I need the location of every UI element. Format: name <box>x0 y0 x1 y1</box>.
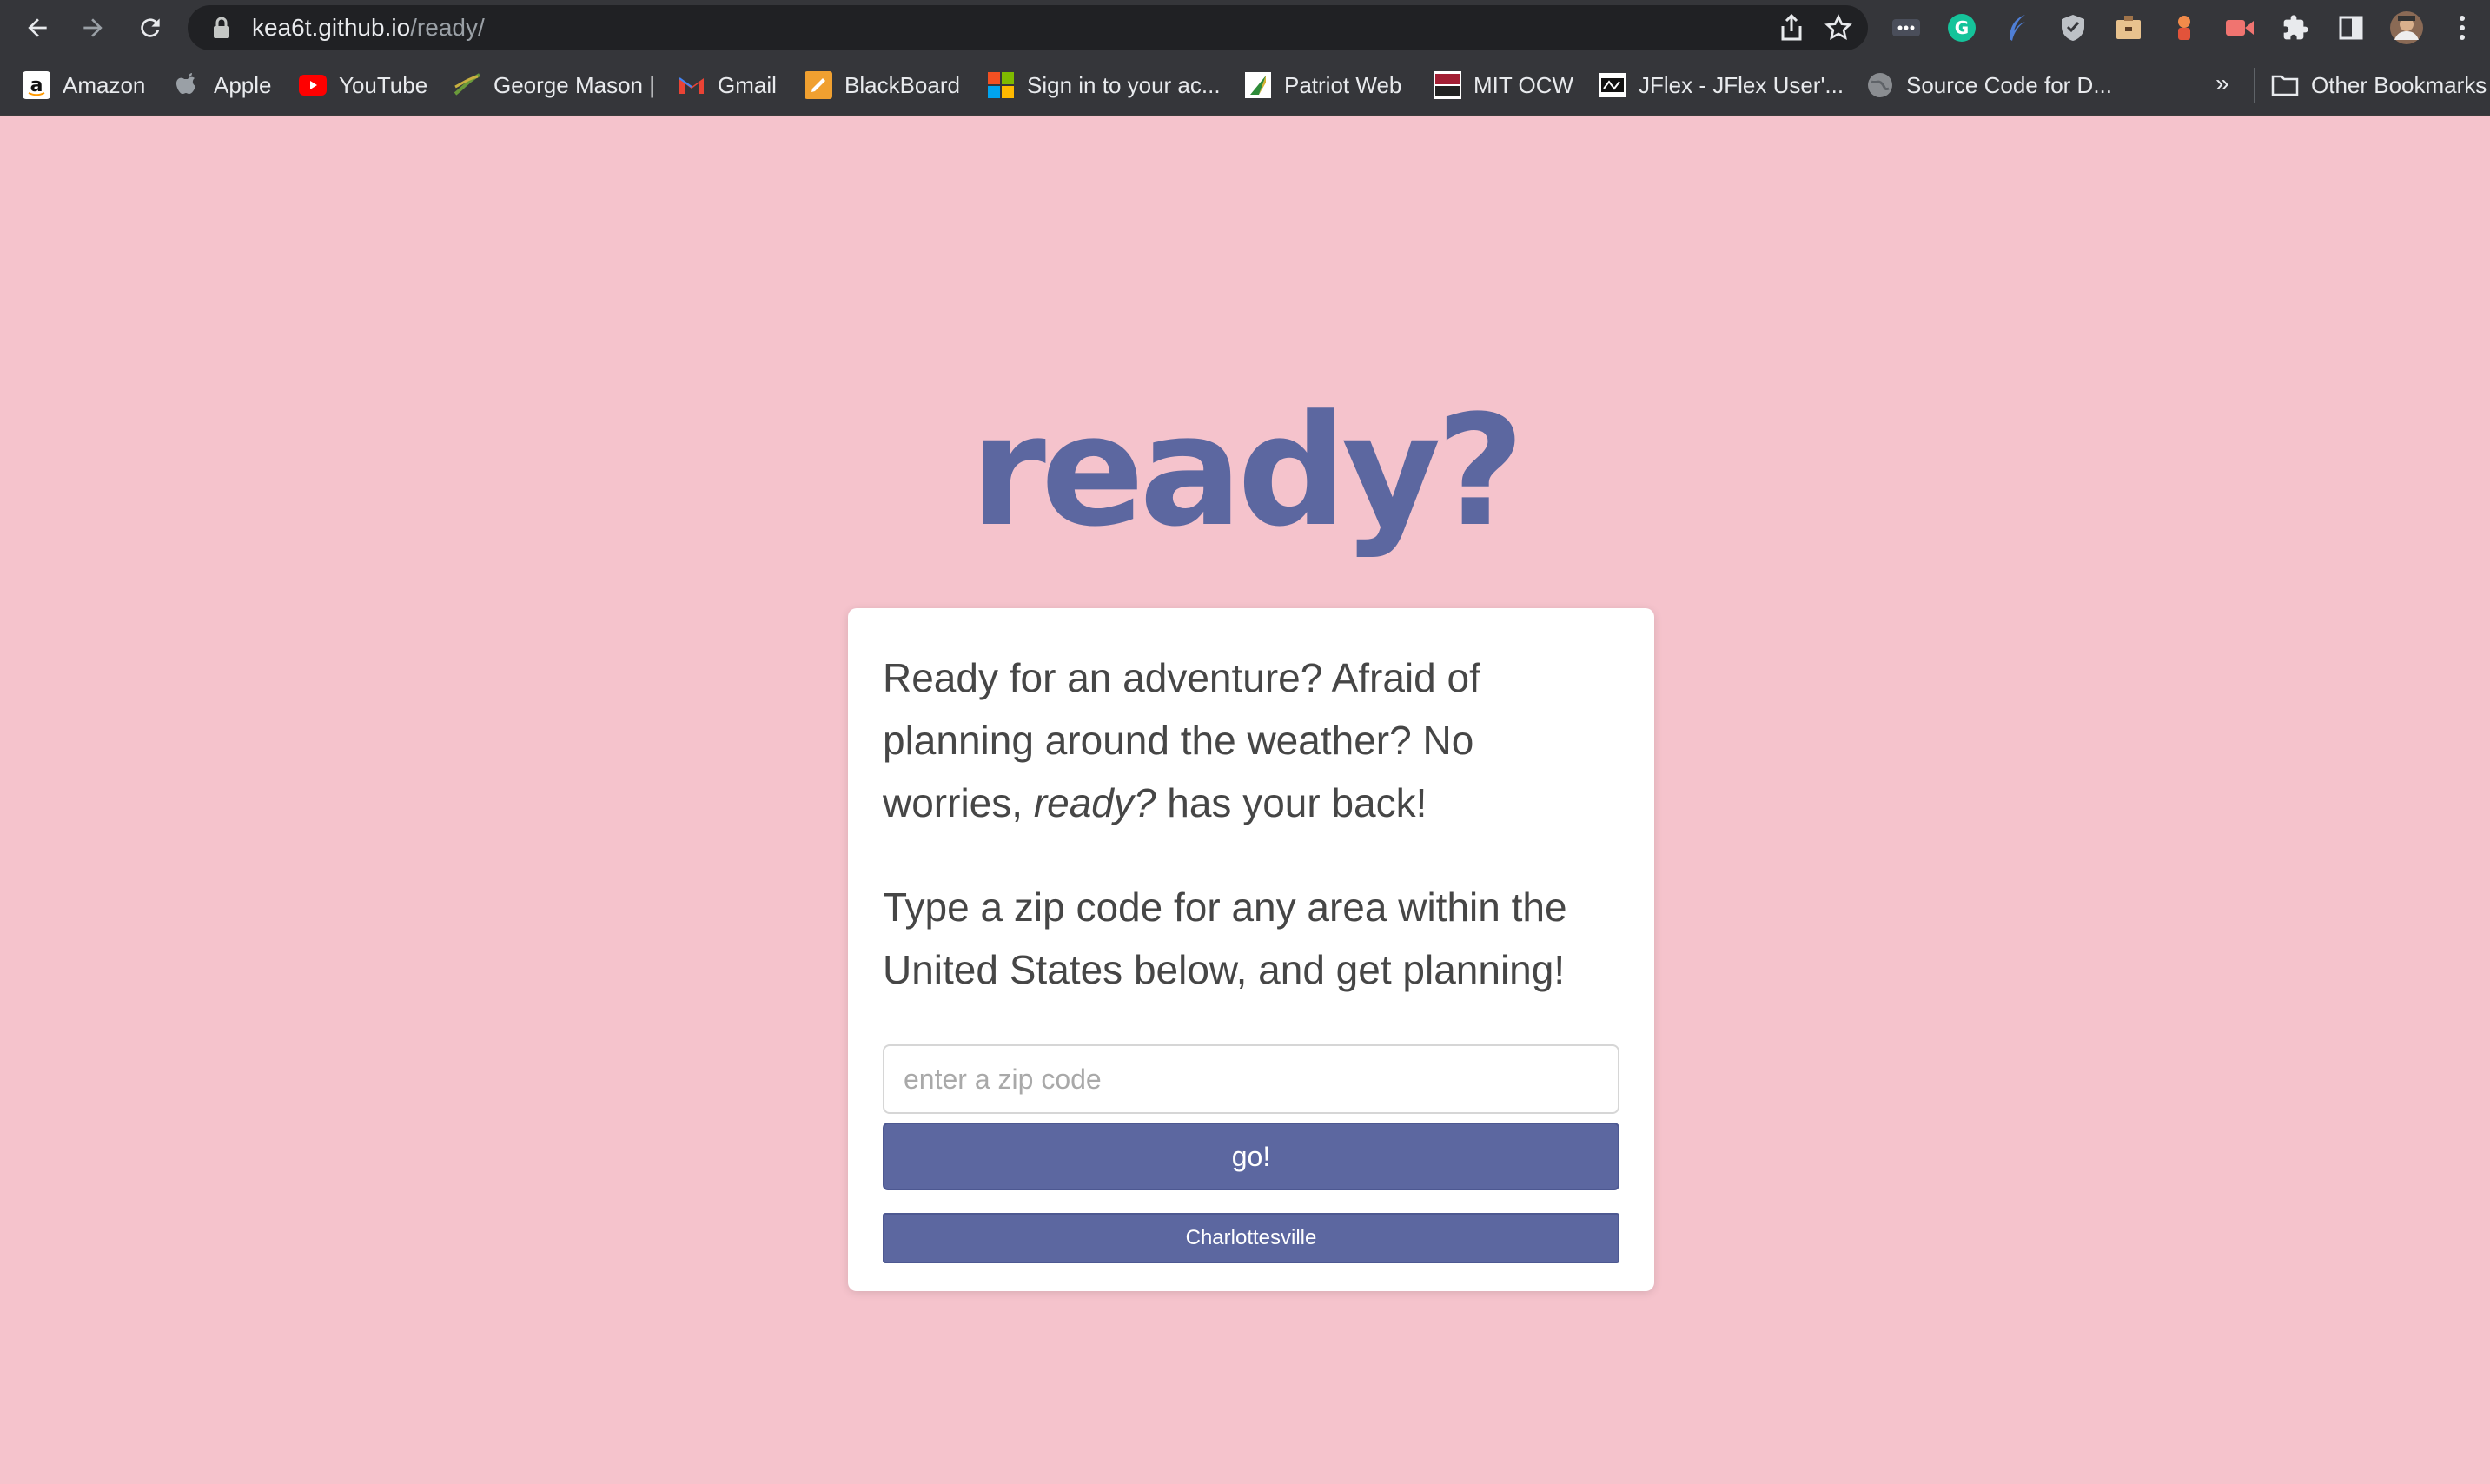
bookmark-youtube[interactable]: YouTube <box>299 56 427 115</box>
side-panel-icon[interactable] <box>2330 7 2372 49</box>
bookmark-label: George Mason | <box>493 71 655 98</box>
more-bookmarks-button[interactable]: » <box>2215 70 2229 97</box>
intro-brand-emphasis: ready? <box>1033 780 1156 825</box>
lock-icon <box>209 15 235 41</box>
bookmark-mit-ocw[interactable]: MIT OCW <box>1434 56 1573 115</box>
bookmark-blackboard[interactable]: BlackBoard <box>805 56 960 115</box>
zip-code-input[interactable] <box>883 1044 1619 1114</box>
other-bookmarks-folder[interactable]: Other Bookmarks <box>2271 56 2487 115</box>
bookmarks-divider <box>2254 68 2255 103</box>
bookmark-label: Patriot Web <box>1284 71 1402 98</box>
bookmark-label: Sign in to your ac... <box>1027 71 1221 98</box>
jflex-icon <box>1599 71 1626 99</box>
arrow-right-icon <box>83 18 103 37</box>
bookmark-patriot-web[interactable]: Patriot Web <box>1244 56 1401 115</box>
profile-avatar[interactable] <box>2386 7 2427 49</box>
other-bookmarks-label: Other Bookmarks <box>2311 71 2487 98</box>
blackboard-icon <box>805 71 832 99</box>
bookmark-label: YouTube <box>339 71 428 98</box>
bookmark-george-mason[interactable]: George Mason | <box>454 56 655 115</box>
amazon-icon: a <box>23 71 50 99</box>
password-manager-extension-icon[interactable] <box>1885 7 1927 49</box>
bookmark-star-icon[interactable] <box>1821 10 1856 45</box>
go-button[interactable]: go! <box>883 1123 1619 1190</box>
browser-toolbar: kea6t.github.io/ready/ G <box>0 0 2490 56</box>
url-path: /ready/ <box>410 14 485 41</box>
charlottesville-button[interactable]: Charlottesville <box>883 1213 1619 1263</box>
bookmark-gmail[interactable]: Gmail <box>678 56 777 115</box>
planner-card: Ready for an adventure? Afraid of planni… <box>848 608 1654 1291</box>
instructions-text: Type a zip code for any area within the … <box>883 884 1567 992</box>
patriot-web-icon <box>1244 71 1272 99</box>
url-host: kea6t.github.io <box>252 14 411 41</box>
gmail-icon <box>678 71 705 99</box>
george-mason-icon <box>454 71 481 99</box>
bookmark-jflex[interactable]: JFlex - JFlex User'... <box>1599 56 1844 115</box>
url-text: kea6t.github.io/ready/ <box>252 14 485 42</box>
address-bar[interactable]: kea6t.github.io/ready/ <box>188 5 1868 50</box>
folder-icon <box>2271 71 2299 99</box>
svg-text:a: a <box>30 75 43 96</box>
toolbox-extension-icon[interactable] <box>2108 7 2149 49</box>
bookmark-amazon[interactable]: a Amazon <box>23 56 145 115</box>
page-title: ready? <box>970 382 1525 560</box>
intro-text: Ready for an adventure? Afraid of planni… <box>883 646 1619 834</box>
mit-ocw-icon <box>1434 71 1461 99</box>
bookmark-label: Gmail <box>718 71 777 98</box>
reload-icon <box>141 18 160 37</box>
extensions-puzzle-icon[interactable] <box>2275 7 2316 49</box>
back-button[interactable] <box>14 4 61 51</box>
shield-extension-icon[interactable] <box>2052 7 2094 49</box>
microsoft-icon <box>987 71 1015 99</box>
arrow-left-icon <box>28 18 47 37</box>
feather-extension-icon[interactable] <box>1997 7 2038 49</box>
bookmark-microsoft-signin[interactable]: Sign in to your ac... <box>987 56 1221 115</box>
youtube-icon <box>299 71 327 99</box>
bookmark-label: Amazon <box>63 71 146 98</box>
globe-icon <box>1866 71 1894 99</box>
bookmark-label: JFlex - JFlex User'... <box>1639 71 1844 98</box>
browser-menu-icon[interactable] <box>2441 7 2483 49</box>
bookmark-label: Apple <box>214 71 272 98</box>
bookmarks-bar: a Amazon Apple YouTube George Mason | Gm… <box>0 56 2490 116</box>
forward-button[interactable] <box>70 4 116 51</box>
intro-text-end: has your back! <box>1156 780 1427 825</box>
bookmark-source-code[interactable]: Source Code for D... <box>1866 56 2112 115</box>
bookmark-apple[interactable]: Apple <box>174 56 272 115</box>
reload-button[interactable] <box>127 4 174 51</box>
bookmark-label: BlackBoard <box>844 71 960 98</box>
share-icon[interactable] <box>1774 10 1809 45</box>
bookmark-label: MIT OCW <box>1473 71 1574 98</box>
grammarly-icon[interactable]: G <box>1941 7 1983 49</box>
svg-text:G: G <box>1955 17 1969 38</box>
bookmark-label: Source Code for D... <box>1906 71 2112 98</box>
character-extension-icon[interactable] <box>2163 7 2205 49</box>
apple-icon <box>174 71 202 99</box>
video-extension-icon[interactable] <box>2219 7 2261 49</box>
